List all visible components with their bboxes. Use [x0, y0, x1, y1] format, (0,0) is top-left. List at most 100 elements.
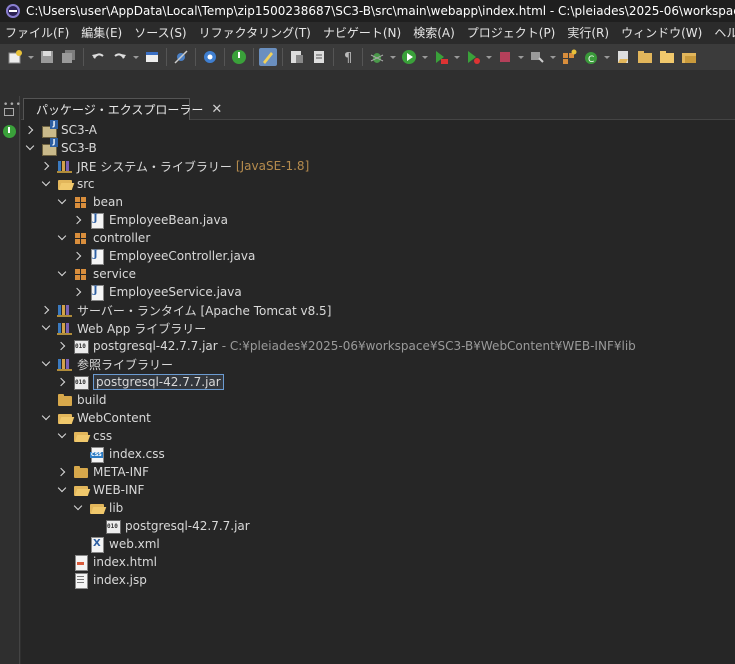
menu-search[interactable]: 検索(A) — [408, 22, 462, 44]
open-type-icon[interactable] — [288, 48, 306, 66]
chevron-down-icon[interactable] — [57, 233, 67, 243]
tree-item[interactable]: SC3-A — [21, 120, 735, 139]
menu-file[interactable]: ファイル(F) — [0, 22, 76, 44]
tree-item[interactable]: EmployeeService.java — [21, 283, 735, 301]
tree-item[interactable]: css — [21, 427, 735, 445]
main-toolbar: ¶ C — [0, 44, 735, 70]
tree-item[interactable]: WEB-INF — [21, 481, 735, 499]
debug-icon[interactable] — [368, 48, 386, 66]
new-java-package-icon[interactable] — [560, 48, 578, 66]
chevron-down-icon[interactable] — [57, 197, 67, 207]
tree-item[interactable]: サーバー・ランタイム [Apache Tomcat v8.5] — [21, 301, 735, 319]
tab-package-explorer[interactable]: パッケージ・エクスプローラー ✕ — [23, 98, 222, 120]
tab-label: パッケージ・エクスプローラー — [36, 103, 204, 117]
html-file-icon — [73, 554, 89, 571]
menu-refactor[interactable]: リファクタリング(T) — [194, 22, 318, 44]
redo-dropdown-icon[interactable] — [133, 48, 139, 66]
servers-view-icon[interactable] — [3, 125, 16, 138]
new-icon[interactable] — [6, 48, 24, 66]
tree-item[interactable]: postgresql-42.7.7.jar- C:¥pleiades¥2025-… — [21, 337, 735, 355]
toolbar-separator — [333, 48, 334, 66]
restore-icon[interactable] — [4, 108, 14, 116]
tree-item[interactable]: service — [21, 265, 735, 283]
chevron-down-icon[interactable] — [57, 485, 67, 495]
tree-item[interactable]: postgresql-42.7.7.jar — [21, 517, 735, 535]
chevron-down-icon[interactable] — [57, 431, 67, 441]
save-icon[interactable] — [38, 48, 56, 66]
external-tools-icon[interactable] — [464, 48, 482, 66]
open-file-icon[interactable] — [614, 48, 632, 66]
stop-icon[interactable] — [496, 48, 514, 66]
chevron-down-icon[interactable] — [41, 323, 51, 333]
chevron-right-icon[interactable] — [57, 377, 67, 387]
deploy-dropdown-icon[interactable] — [550, 48, 556, 66]
chevron-right-icon[interactable] — [73, 215, 83, 225]
new-java-class-icon[interactable]: C — [582, 48, 600, 66]
highlight-brush-icon[interactable] — [259, 48, 277, 66]
deploy-icon[interactable] — [528, 48, 546, 66]
chevron-down-icon[interactable] — [57, 269, 67, 279]
chevron-right-icon[interactable] — [73, 287, 83, 297]
chevron-right-icon[interactable] — [57, 341, 67, 351]
tree-item[interactable]: Web App ライブラリー — [21, 319, 735, 337]
skip-breakpoints-icon[interactable] — [172, 48, 190, 66]
chevron-down-icon[interactable] — [41, 359, 51, 369]
stop-dropdown-icon[interactable] — [518, 48, 524, 66]
tree-item[interactable]: 参照ライブラリー — [21, 355, 735, 373]
menu-window[interactable]: ウィンドウ(W) — [616, 22, 709, 44]
tree-item[interactable]: index.html — [21, 553, 735, 571]
settings-gear-icon[interactable] — [201, 48, 219, 66]
open-folder-icon[interactable] — [636, 48, 654, 66]
menu-help[interactable]: ヘルプ(H) — [709, 22, 735, 44]
coverage-dropdown-icon[interactable] — [454, 48, 460, 66]
tree-item[interactable]: EmployeeController.java — [21, 247, 735, 265]
tree-item[interactable]: bean — [21, 193, 735, 211]
debug-dropdown-icon[interactable] — [390, 48, 396, 66]
menu-source[interactable]: ソース(S) — [129, 22, 193, 44]
tree-item[interactable]: controller — [21, 229, 735, 247]
tree-item[interactable]: index.jsp — [21, 571, 735, 589]
server-start-icon[interactable] — [230, 48, 248, 66]
title-bar: C:\Users\user\AppData\Local\Temp\zip1500… — [0, 0, 735, 22]
menu-edit[interactable]: 編集(E) — [76, 22, 129, 44]
open-project-icon[interactable] — [658, 48, 676, 66]
perspective-gap — [0, 70, 735, 96]
tree-item[interactable]: web.xml — [21, 535, 735, 553]
chevron-down-icon[interactable] — [41, 413, 51, 423]
run-dropdown-icon[interactable] — [422, 48, 428, 66]
tree-item[interactable]: src — [21, 175, 735, 193]
tree-item[interactable]: SC3-B — [21, 138, 735, 157]
undo-icon[interactable] — [89, 48, 107, 66]
chevron-right-icon[interactable] — [73, 251, 83, 261]
chevron-right-icon[interactable] — [41, 305, 51, 315]
tree-item[interactable]: postgresql-42.7.7.jar — [21, 373, 735, 391]
external-tools-dropdown-icon[interactable] — [486, 48, 492, 66]
chevron-right-icon[interactable] — [41, 161, 51, 171]
tree-item[interactable]: JRE システム・ライブラリー [JavaSE-1.8] — [21, 157, 735, 175]
redo-icon[interactable] — [111, 48, 129, 66]
open-workspace-icon[interactable] — [680, 48, 698, 66]
tree-item[interactable]: index.css — [21, 445, 735, 463]
chevron-right-icon[interactable] — [25, 125, 35, 135]
new-java-class-dropdown-icon[interactable] — [604, 48, 610, 66]
show-whitespace-icon[interactable]: ¶ — [339, 48, 357, 66]
tree-item[interactable]: META-INF — [21, 463, 735, 481]
menu-project[interactable]: プロジェクト(P) — [462, 22, 563, 44]
chevron-right-icon[interactable] — [57, 467, 67, 477]
menu-run[interactable]: 実行(R) — [562, 22, 616, 44]
save-all-icon[interactable] — [60, 48, 78, 66]
tree-item[interactable]: EmployeeBean.java — [21, 211, 735, 229]
coverage-icon[interactable] — [432, 48, 450, 66]
tree-item[interactable]: build — [21, 391, 735, 409]
terminal-icon[interactable] — [143, 48, 161, 66]
close-icon[interactable]: ✕ — [211, 102, 222, 117]
new-dropdown-icon[interactable] — [28, 48, 34, 66]
open-task-icon[interactable] — [310, 48, 328, 66]
chevron-down-icon[interactable] — [41, 179, 51, 189]
run-icon[interactable] — [400, 48, 418, 66]
tree-item[interactable]: lib — [21, 499, 735, 517]
chevron-down-icon[interactable] — [25, 143, 35, 153]
menu-navigate[interactable]: ナビゲート(N) — [318, 22, 408, 44]
tree-item[interactable]: WebContent — [21, 409, 735, 427]
chevron-down-icon[interactable] — [73, 503, 83, 513]
